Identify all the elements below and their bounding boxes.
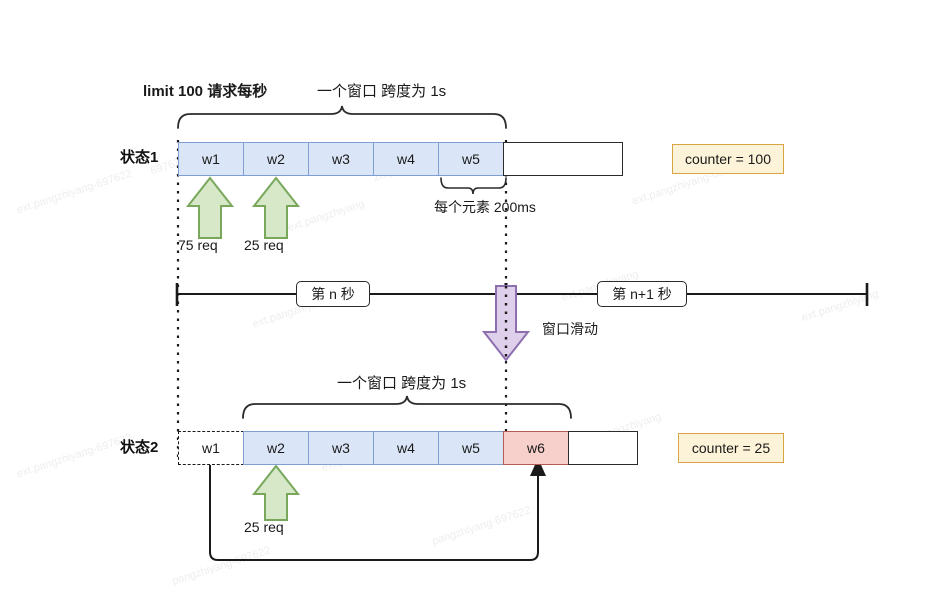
green-arrow-25req-bottom — [251, 464, 301, 521]
state2-cell-w6: w6 — [503, 431, 569, 465]
counter-box-state2: counter = 25 — [678, 433, 784, 463]
cell-label: w2 — [267, 151, 285, 167]
req-25-bottom-label: 25 req — [244, 519, 284, 535]
cell-label: w1 — [202, 151, 220, 167]
limit-label: limit 100 请求每秒 — [143, 83, 268, 100]
counter-state2-text: counter = 25 — [691, 440, 771, 456]
window-span-bottom-label: 一个窗口 跨度为 1s — [337, 375, 467, 392]
cell-label: w6 — [527, 440, 545, 456]
state2-window-row: w1 w2 w3 w4 w5 w6 — [0, 431, 936, 465]
green-arrow-25req-top — [251, 176, 301, 239]
state1-cell-w4: w4 — [373, 142, 439, 176]
state2-cell-w3: w3 — [308, 431, 374, 465]
window-span-top-label: 一个窗口 跨度为 1s — [317, 83, 447, 100]
timeline-label-second-n-plus-1: 第 n+1 秒 — [597, 281, 687, 307]
state2-cell-empty — [568, 431, 638, 465]
counter-state1-text: counter = 100 — [684, 151, 771, 167]
cell-label: w5 — [462, 440, 480, 456]
state1-cell-w2: w2 — [243, 142, 309, 176]
diagram-canvas: ext.pangzhiyang-697622 697622 zhiyang-69… — [0, 0, 936, 611]
state1-cell-w1: w1 — [178, 142, 244, 176]
state1-window-row: w1 w2 w3 w4 w5 — [0, 142, 936, 176]
state2-cell-w1: w1 — [178, 431, 244, 465]
cell-label: w3 — [332, 440, 350, 456]
second-n-plus-1-text: 第 n+1 秒 — [612, 286, 672, 302]
req-25-top-label: 25 req — [244, 237, 284, 253]
state1-cell-w3: w3 — [308, 142, 374, 176]
req-75-label: 75 req — [178, 237, 218, 253]
second-n-text: 第 n 秒 — [311, 286, 355, 302]
cell-label: w1 — [202, 440, 220, 456]
state1-cell-empty — [503, 142, 623, 176]
cell-label: w4 — [397, 151, 415, 167]
state2-cell-w4: w4 — [373, 431, 439, 465]
state1-cell-w5: w5 — [438, 142, 504, 176]
state2-cell-w2: w2 — [243, 431, 309, 465]
diagram-vectors — [175, 105, 869, 561]
recycle-path-w1-to-w6 — [209, 458, 539, 561]
state2-cell-w5: w5 — [438, 431, 504, 465]
cell-label: w3 — [332, 151, 350, 167]
green-arrow-75req — [185, 176, 235, 239]
brace-element-duration — [440, 177, 507, 195]
brace-bottom-window — [242, 395, 572, 419]
cell-label: w5 — [462, 151, 480, 167]
element-duration-label: 每个元素 200ms — [434, 199, 536, 215]
cell-label: w4 — [397, 440, 415, 456]
brace-top-window — [177, 105, 507, 129]
counter-box-state1: counter = 100 — [672, 144, 784, 174]
timeline-label-second-n: 第 n 秒 — [296, 281, 370, 307]
cell-label: w2 — [267, 440, 285, 456]
purple-arrow-window-slide — [481, 285, 531, 362]
window-slide-label: 窗口滑动 — [542, 321, 598, 337]
